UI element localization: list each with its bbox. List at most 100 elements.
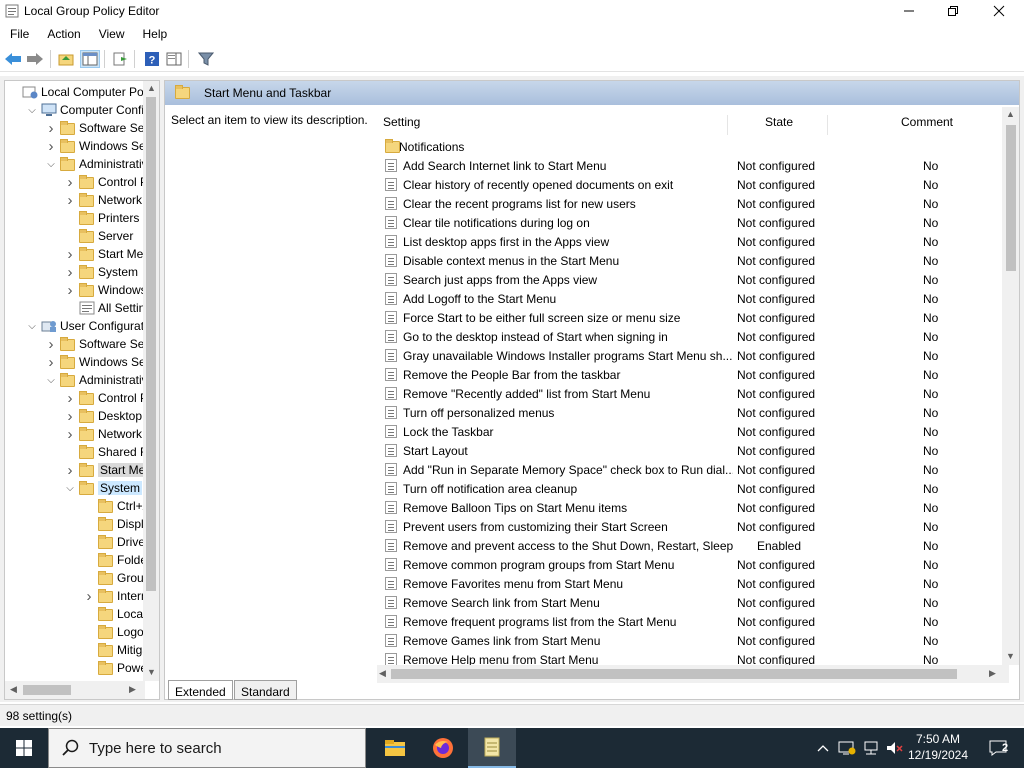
scroll-thumb[interactable] [1006, 125, 1016, 271]
tree-item[interactable]: › Windows Sett [45, 353, 146, 371]
setting-row[interactable]: Remove and prevent access to the Shut Do… [369, 536, 1001, 555]
tree-item[interactable]: › Software Setti [45, 119, 146, 137]
chevron-right-icon[interactable]: › [64, 389, 76, 407]
setting-row[interactable]: Remove Favorites menu from Start Menu Not… [369, 574, 1001, 593]
show-hidden-icons-button[interactable] [814, 728, 832, 768]
setting-row[interactable]: Prevent users from customizing their Sta… [369, 517, 1001, 536]
scroll-thumb[interactable] [391, 669, 957, 679]
tree-item[interactable]: Display [83, 515, 145, 533]
scroll-left-icon[interactable]: ◀ [10, 684, 17, 695]
tree-item[interactable]: Server [64, 227, 133, 245]
setting-row[interactable]: Remove Search link from Start Menu Not co… [369, 593, 1001, 612]
setting-row[interactable]: Add "Run in Separate Memory Space" check… [369, 460, 1001, 479]
notepad-button[interactable] [468, 728, 516, 768]
minimize-button[interactable] [886, 0, 932, 22]
setting-row[interactable]: Search just apps from the Apps view Not c… [369, 270, 1001, 289]
chevron-right-icon[interactable]: › [83, 587, 95, 605]
tree-item[interactable]: › Control Pa [64, 173, 146, 191]
tree-item[interactable]: › Software Setti [45, 335, 146, 353]
tree-item[interactable]: ⌵ System [64, 479, 143, 497]
menu-action[interactable]: Action [37, 24, 88, 44]
chevron-right-icon[interactable]: › [45, 137, 57, 155]
tree-item[interactable]: Local Computer Polic [7, 83, 145, 101]
setting-row[interactable]: Remove Games link from Start Menu Not con… [369, 631, 1001, 650]
setting-row[interactable]: Remove "Recently added" list from Start … [369, 384, 1001, 403]
chevron-right-icon[interactable]: › [45, 335, 57, 353]
scroll-down-icon[interactable]: ▼ [147, 667, 156, 677]
tree-item[interactable]: Driver [83, 533, 145, 551]
start-button[interactable] [0, 728, 48, 768]
menu-help[interactable]: Help [133, 24, 176, 44]
chevron-right-icon[interactable]: › [64, 245, 76, 263]
setting-row[interactable]: Lock the Taskbar Not configured No [369, 422, 1001, 441]
list-vertical-scrollbar[interactable]: ▲ ▼ [1002, 107, 1019, 665]
tree-item[interactable]: Locale [83, 605, 145, 623]
tree-item[interactable]: › Interne [83, 587, 146, 605]
scroll-up-icon[interactable]: ▲ [1006, 109, 1015, 119]
chevron-right-icon[interactable]: › [45, 119, 57, 137]
setting-row[interactable]: Turn off personalized menus Not configure… [369, 403, 1001, 422]
back-button[interactable] [3, 50, 23, 68]
tree-horizontal-scrollbar[interactable]: ◀ ▶ [5, 681, 145, 699]
tree-item[interactable]: › Windows C [64, 281, 146, 299]
taskbar-clock[interactable]: 7:50 AM 12/19/2024 [900, 731, 976, 763]
security-tray-icon-button[interactable] [836, 728, 858, 768]
menu-file[interactable]: File [0, 24, 37, 44]
file-explorer-button[interactable] [371, 728, 419, 768]
tree-item[interactable]: › Network [64, 425, 143, 443]
tab-standard[interactable]: Standard [234, 680, 297, 700]
up-one-level-button[interactable] [56, 50, 76, 68]
scroll-thumb[interactable] [146, 97, 156, 591]
tree-item[interactable]: Folder [83, 551, 145, 569]
tree-item[interactable]: Power [83, 659, 145, 677]
setting-row[interactable]: Remove the People Bar from the taskbar No… [369, 365, 1001, 384]
notification-center-button[interactable]: 2 [980, 728, 1020, 768]
help-button[interactable]: ? [142, 50, 162, 68]
setting-row[interactable]: Gray unavailable Windows Installer progr… [369, 346, 1001, 365]
filter-button[interactable] [196, 50, 216, 68]
scroll-up-icon[interactable]: ▲ [147, 83, 156, 93]
column-divider[interactable] [727, 115, 728, 135]
setting-row[interactable]: Clear tile notifications during log on No… [369, 213, 1001, 232]
setting-row[interactable]: Go to the desktop instead of Start when … [369, 327, 1001, 346]
chevron-right-icon[interactable]: › [64, 191, 76, 209]
tree-item[interactable]: Group [83, 569, 145, 587]
column-comment[interactable]: Comment [901, 115, 953, 129]
tree-vertical-scrollbar[interactable]: ▲ ▼ [143, 81, 159, 681]
setting-row[interactable]: Turn off notification area cleanup Not co… [369, 479, 1001, 498]
close-button[interactable] [976, 0, 1022, 22]
column-divider[interactable] [827, 115, 828, 135]
tree-item[interactable]: Logon [83, 623, 145, 641]
scroll-thumb[interactable] [23, 685, 71, 695]
taskbar-search-box[interactable]: Type here to search [48, 728, 366, 768]
tree-item[interactable]: Printers [64, 209, 139, 227]
scroll-left-icon[interactable]: ◀ [379, 668, 386, 679]
setting-row[interactable]: Remove Balloon Tips on Start Menu items N… [369, 498, 1001, 517]
setting-row[interactable]: Force Start to be either full screen siz… [369, 308, 1001, 327]
tree-item[interactable]: › Start Menu [64, 245, 146, 263]
restore-button[interactable] [930, 0, 976, 22]
scroll-right-icon[interactable]: ▶ [989, 668, 996, 679]
show-hide-tree-button[interactable] [80, 50, 100, 68]
tree-item[interactable]: ⌵ User Configuratio [26, 317, 145, 335]
export-list-button[interactable] [110, 50, 130, 68]
setting-row[interactable]: Clear history of recently opened documen… [369, 175, 1001, 194]
chevron-right-icon[interactable]: › [45, 353, 57, 371]
menu-view[interactable]: View [89, 24, 133, 44]
tree-item[interactable]: › Desktop [64, 407, 143, 425]
column-setting[interactable]: Setting [383, 115, 420, 129]
setting-row[interactable]: Remove common program groups from Start … [369, 555, 1001, 574]
tree-item[interactable]: ⌵ Computer Configu [26, 101, 145, 119]
setting-row[interactable]: Remove frequent programs list from the S… [369, 612, 1001, 631]
tree-item[interactable]: › Start Menu [64, 461, 145, 479]
scroll-right-icon[interactable]: ▶ [129, 684, 136, 695]
tree-item[interactable]: › Control Pa [64, 389, 146, 407]
tree-item[interactable]: Mitiga [83, 641, 145, 659]
setting-row[interactable]: Clear the recent programs list for new u… [369, 194, 1001, 213]
setting-row[interactable]: Add Logoff to the Start Menu Not configur… [369, 289, 1001, 308]
tree-item[interactable]: ⌵ Administrative [45, 371, 145, 389]
tree-item[interactable]: All Setting [64, 299, 145, 317]
tree-item[interactable]: ⌵ Administrative [45, 155, 145, 173]
firefox-button[interactable] [419, 728, 467, 768]
setting-row[interactable]: List desktop apps first in the Apps view… [369, 232, 1001, 251]
